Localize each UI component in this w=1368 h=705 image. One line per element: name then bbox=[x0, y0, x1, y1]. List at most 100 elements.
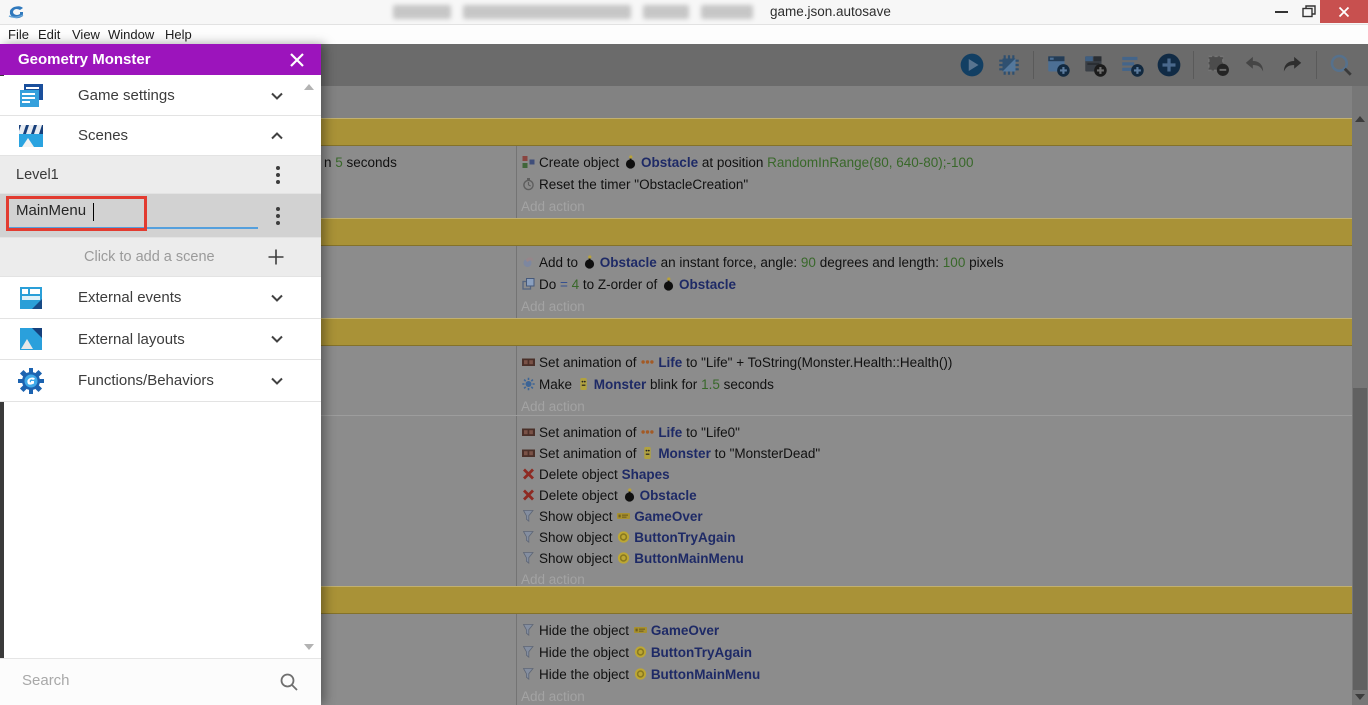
add-event-button[interactable] bbox=[1045, 52, 1071, 78]
external-events-icon bbox=[16, 283, 46, 313]
delete-event-button[interactable] bbox=[1205, 52, 1231, 78]
action-line[interactable]: Reset the timer "ObstacleCreation" bbox=[521, 174, 1348, 196]
gameover-icon bbox=[616, 509, 631, 523]
chevron-down-icon bbox=[267, 288, 287, 308]
sidebar-item-external-layouts[interactable]: External layouts bbox=[0, 319, 321, 360]
add-more-button[interactable] bbox=[1156, 52, 1182, 78]
sidebar-item-external-events[interactable]: External events bbox=[0, 277, 321, 319]
menu-view[interactable]: View bbox=[72, 27, 100, 42]
action-line[interactable]: Hide the object ButtonTryAgain bbox=[521, 642, 1348, 664]
visibility-icon bbox=[521, 623, 536, 637]
action-line[interactable]: Show object ButtonMainMenu bbox=[521, 548, 1348, 569]
titlebar: game.json.autosave bbox=[0, 0, 1368, 25]
conditions-cell[interactable] bbox=[321, 246, 517, 318]
plus-icon[interactable] bbox=[267, 248, 285, 266]
event-row: n 5 seconds Create object Obstacle at pos… bbox=[321, 146, 1352, 218]
preview-play-button[interactable] bbox=[959, 52, 985, 78]
add-comment-button[interactable] bbox=[1119, 52, 1145, 78]
action-line[interactable]: Add action bbox=[521, 686, 1348, 705]
undo-button[interactable] bbox=[1242, 52, 1268, 78]
add-subevent-button[interactable] bbox=[1082, 52, 1108, 78]
event-group-header[interactable] bbox=[321, 318, 1352, 346]
monster-icon bbox=[640, 446, 655, 460]
functions-icon bbox=[16, 366, 46, 396]
menu-help[interactable]: Help bbox=[165, 27, 192, 42]
action-line[interactable]: Do = 4 to Z-order of Obstacle bbox=[521, 274, 1348, 296]
close-button[interactable] bbox=[1320, 0, 1368, 23]
scrollbar-thumb[interactable] bbox=[1353, 388, 1367, 690]
action-line[interactable]: Add action bbox=[521, 396, 1348, 418]
action-line[interactable]: Create object Obstacle at position Rando… bbox=[521, 152, 1348, 174]
search-input[interactable] bbox=[20, 671, 260, 690]
delete-object-icon bbox=[521, 467, 536, 481]
button-circle-icon bbox=[633, 645, 648, 659]
add-scene-row[interactable]: Click to add a scene bbox=[0, 238, 321, 277]
scroll-up-icon[interactable] bbox=[1355, 116, 1365, 122]
sidebar-item-label: External layouts bbox=[78, 330, 185, 348]
debug-button[interactable] bbox=[996, 52, 1022, 78]
conditions-cell[interactable] bbox=[321, 614, 517, 705]
action-line[interactable]: Set animation of Monster to "MonsterDead… bbox=[521, 443, 1348, 464]
conditions-cell[interactable] bbox=[321, 346, 517, 415]
action-line[interactable]: Add action bbox=[521, 296, 1348, 318]
events-scrollbar[interactable] bbox=[1352, 86, 1368, 705]
action-line[interactable]: Delete object Shapes bbox=[521, 464, 1348, 485]
event-group-header[interactable] bbox=[321, 586, 1352, 614]
menu-file[interactable]: File bbox=[8, 27, 29, 42]
sidebar-item-label: Scenes bbox=[78, 127, 129, 144]
sidebar-item-game-settings[interactable]: Game settings bbox=[0, 76, 321, 116]
action-line[interactable]: Hide the object ButtonMainMenu bbox=[521, 664, 1348, 686]
action-line[interactable]: Show object ButtonTryAgain bbox=[521, 527, 1348, 548]
actions-cell[interactable]: Add to Obstacle an instant force, angle:… bbox=[517, 246, 1352, 318]
action-line[interactable]: Add to Obstacle an instant force, angle:… bbox=[521, 252, 1348, 274]
add-action-link[interactable]: Add action bbox=[521, 689, 585, 704]
event-group-header[interactable] bbox=[321, 118, 1352, 146]
event-row: Set animation of Life to "Life0" Set anim… bbox=[321, 415, 1352, 587]
scroll-down-icon[interactable] bbox=[1355, 694, 1365, 700]
search-button[interactable] bbox=[1328, 52, 1354, 78]
action-line[interactable]: Delete object Obstacle bbox=[521, 485, 1348, 506]
add-action-link[interactable]: Add action bbox=[521, 399, 585, 414]
menu-window[interactable]: Window bbox=[108, 27, 154, 42]
add-action-link[interactable]: Add action bbox=[521, 572, 585, 587]
action-line[interactable]: Set animation of Life to "Life0" bbox=[521, 422, 1348, 443]
timer-icon bbox=[521, 177, 536, 191]
action-line[interactable]: Add action bbox=[521, 196, 1348, 218]
event-group-header[interactable] bbox=[321, 218, 1352, 246]
events-toolbar bbox=[321, 44, 1368, 86]
action-line[interactable]: Hide the object GameOver bbox=[521, 620, 1348, 642]
search-icon[interactable] bbox=[279, 672, 299, 692]
minimize-button[interactable] bbox=[1266, 0, 1296, 23]
add-action-link[interactable]: Add action bbox=[521, 299, 585, 314]
close-drawer-icon[interactable] bbox=[287, 50, 307, 70]
condition-line[interactable]: n 5 seconds bbox=[324, 152, 514, 174]
action-line[interactable]: Set animation of Life to "Life" + ToStri… bbox=[521, 352, 1348, 374]
scene-item-level1[interactable]: Level1 bbox=[0, 156, 321, 194]
scene-rename-input[interactable] bbox=[16, 202, 248, 219]
menu-edit[interactable]: Edit bbox=[38, 27, 60, 42]
visibility-icon bbox=[521, 509, 536, 523]
actions-cell[interactable]: Hide the object GameOver Hide the object … bbox=[517, 614, 1352, 705]
action-line[interactable]: Add action bbox=[521, 569, 1348, 590]
conditions-cell[interactable]: n 5 seconds bbox=[321, 146, 517, 218]
actions-cell[interactable]: Set animation of Life to "Life" + ToStri… bbox=[517, 346, 1352, 415]
action-line[interactable]: Make Monster blink for 1.5 seconds bbox=[521, 374, 1348, 396]
add-scene-label: Click to add a scene bbox=[84, 249, 215, 265]
redo-button[interactable] bbox=[1279, 52, 1305, 78]
sidebar-item-functions-behaviors[interactable]: Functions/Behaviors bbox=[0, 360, 321, 402]
scene-menu-icon[interactable] bbox=[271, 164, 285, 186]
add-action-link[interactable]: Add action bbox=[521, 199, 585, 214]
delete-object-icon bbox=[521, 488, 536, 502]
conditions-cell[interactable] bbox=[321, 416, 517, 586]
animation-icon bbox=[521, 446, 536, 460]
drawer-scroll-down-icon[interactable] bbox=[304, 644, 314, 650]
scene-menu-icon[interactable] bbox=[271, 205, 285, 227]
actions-cell[interactable]: Set animation of Life to "Life0" Set anim… bbox=[517, 416, 1352, 587]
input-underline bbox=[7, 227, 258, 229]
action-line[interactable]: Show object GameOver bbox=[521, 506, 1348, 527]
scene-item-mainmenu[interactable] bbox=[0, 194, 321, 238]
sidebar-item-scenes[interactable]: Scenes bbox=[0, 116, 321, 156]
drawer-scroll-up-icon[interactable] bbox=[304, 84, 314, 90]
actions-cell[interactable]: Create object Obstacle at position Rando… bbox=[517, 146, 1352, 218]
game-settings-icon bbox=[16, 81, 46, 111]
